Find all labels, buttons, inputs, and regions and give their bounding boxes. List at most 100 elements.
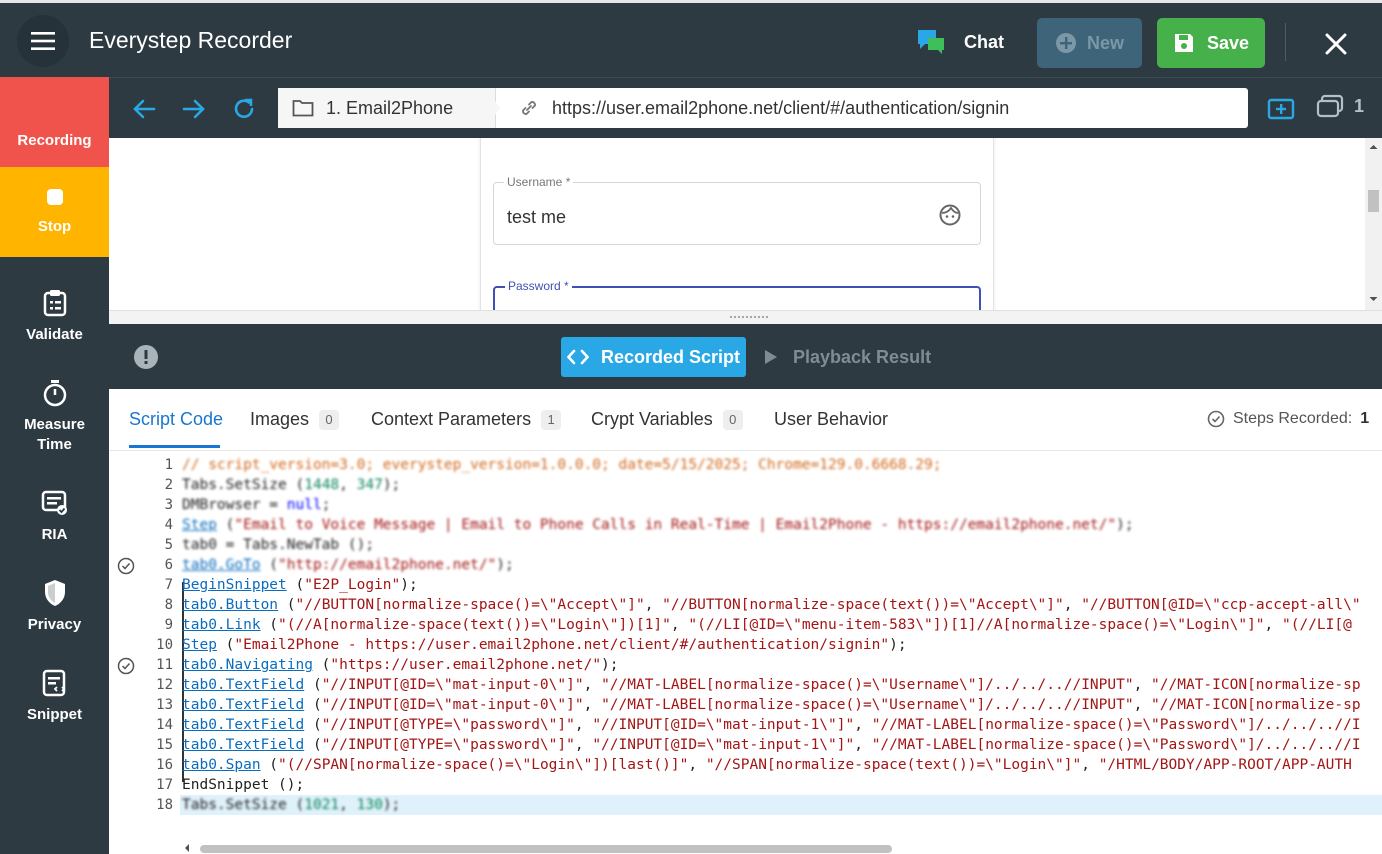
chat-icon (918, 30, 944, 54)
line-number: 13 (156, 697, 173, 713)
arrow-left-icon (133, 99, 156, 119)
context-parameters-label: Context Parameters (371, 409, 532, 429)
snippet-button[interactable]: Snippet (0, 669, 109, 725)
code-line[interactable]: tab0.TextField ("//INPUT[@TYPE=\"passwor… (182, 735, 1361, 755)
code-line[interactable]: tab0.TextField ("//INPUT[@ID=\"mat-input… (182, 695, 1361, 715)
code-line[interactable]: tab0 = Tabs.NewTab (); (182, 535, 374, 555)
ria-label: RIA (41, 526, 68, 543)
tab-playback-result[interactable]: Playback Result (763, 337, 931, 377)
code-line[interactable]: tab0.TextField ("//INPUT[@TYPE=\"passwor… (182, 715, 1361, 735)
recording-label: Recording (17, 132, 92, 149)
validate-label: Validate (26, 326, 83, 343)
measure-time-button[interactable]: Measure Time (0, 379, 109, 455)
password-label: Password * (505, 279, 572, 293)
splitter-grip[interactable] (729, 315, 769, 320)
username-field[interactable]: Username * test me (493, 175, 981, 245)
forward-button[interactable] (179, 94, 209, 124)
new-button[interactable]: New (1037, 18, 1142, 68)
tab-images[interactable]: Images 0 (250, 409, 340, 430)
panel-splitter[interactable] (109, 310, 1382, 324)
line-number: 16 (156, 757, 173, 773)
code-line[interactable]: Tabs.SetSize (1448, 347); (182, 475, 400, 495)
tab-name: 1. Email2Phone (326, 97, 454, 118)
line-number: 14 (156, 717, 173, 733)
code-editor[interactable]: 1 // script_version=3.0; everystep_versio… (109, 452, 1382, 854)
login-card: Username * test me Password * (480, 138, 994, 324)
shield-icon (44, 580, 65, 606)
code-line[interactable]: EndSnippet (); (182, 775, 304, 795)
tab-user-behavior[interactable]: User Behavior (774, 409, 888, 430)
steps-recorded: Steps Recorded: 1 (1207, 410, 1369, 428)
tabs-icon (1316, 94, 1344, 118)
header-divider (1285, 23, 1286, 61)
scroll-left-icon (185, 844, 189, 852)
code-line[interactable]: // script_version=3.0; everystep_version… (182, 455, 942, 475)
hamburger-menu-button[interactable] (17, 15, 69, 67)
add-tab-icon (1267, 98, 1295, 120)
url-field[interactable]: https://user.email2phone.net/client/#/au… (518, 88, 1009, 128)
validate-button[interactable]: Validate (0, 289, 109, 345)
new-label: New (1086, 32, 1124, 53)
scroll-thumb[interactable] (1368, 190, 1379, 212)
code-line[interactable]: tab0.Link ("(//A[normalize-space(text())… (182, 615, 1352, 635)
code-line[interactable]: tab0.Button ("//BUTTON[normalize-space()… (182, 595, 1361, 615)
sidebar: Recording Stop Validate Measure Time RIA… (0, 77, 109, 854)
tab-script-code[interactable]: Script Code (129, 409, 223, 430)
chat-button[interactable]: Chat (916, 25, 1004, 59)
code-icon (566, 349, 589, 365)
play-icon (765, 350, 777, 364)
breadcrumb-arrow (486, 88, 500, 128)
navigation-bar: 1. Email2Phone https://user.email2phone.… (109, 77, 1382, 138)
tab-context-parameters[interactable]: Context Parameters 1 (371, 409, 562, 430)
reload-icon (234, 98, 254, 118)
tab-crypt-variables[interactable]: Crypt Variables 0 (591, 409, 743, 430)
close-button[interactable] (1318, 27, 1354, 61)
floppy-disk-icon (1174, 34, 1193, 52)
images-label: Images (250, 409, 310, 429)
ria-button[interactable]: RIA (0, 489, 109, 545)
add-tab-button[interactable] (1266, 94, 1296, 124)
playback-result-label: Playback Result (793, 346, 932, 367)
privacy-button[interactable]: Privacy (0, 579, 109, 635)
alert-icon[interactable] (133, 344, 159, 370)
save-label: Save (1206, 32, 1250, 53)
editor-horizontal-scrollbar[interactable] (180, 842, 1382, 854)
back-button[interactable] (129, 94, 159, 124)
code-line[interactable]: tab0.Span ("(//SPAN[normalize-space()=\"… (182, 755, 1352, 775)
folder-icon (292, 100, 314, 117)
code-line[interactable]: BeginSnippet ("E2P_Login"); (182, 575, 418, 595)
browser-scrollbar[interactable] (1365, 138, 1382, 324)
face-icon (939, 204, 961, 226)
top-header: Everystep Recorder Chat New Save (0, 0, 1382, 77)
line-number: 9 (164, 617, 173, 633)
code-line[interactable]: tab0.Navigating ("https://user.email2pho… (182, 655, 619, 675)
privacy-label: Privacy (27, 616, 82, 633)
plus-circle-icon (1055, 33, 1076, 53)
code-line[interactable]: DMBrowser = null; (182, 495, 330, 515)
line-number: 10 (156, 637, 173, 653)
code-line[interactable]: tab0.GoTo ("http://email2phone.net/"); (182, 555, 514, 575)
tab-count[interactable]: 1 (1316, 94, 1364, 118)
code-line[interactable]: Step ("Email2Phone - https://user.email2… (182, 635, 907, 655)
username-label: Username * (504, 175, 574, 189)
line-number: 15 (156, 737, 173, 753)
address-bar[interactable]: 1. Email2Phone https://user.email2phone.… (278, 88, 1248, 128)
user-behavior-label: User Behavior (774, 409, 889, 429)
reload-button[interactable] (229, 94, 259, 124)
tab-count-value: 1 (1354, 95, 1365, 116)
save-button[interactable]: Save (1157, 18, 1265, 68)
tab-recorded-script[interactable]: Recorded Script (561, 337, 746, 377)
browser-viewport: Username * test me Password * (109, 138, 1382, 324)
code-line[interactable]: tab0.TextField ("//INPUT[@ID=\"mat-input… (182, 675, 1361, 695)
code-line[interactable]: Step ("Email to Voice Message | Email to… (182, 515, 1134, 535)
stop-button[interactable]: Stop (0, 167, 109, 257)
chat-label: Chat (964, 31, 1004, 52)
images-count-badge: 0 (319, 409, 340, 430)
editor-scroll-thumb[interactable] (200, 845, 892, 853)
tab-breadcrumb[interactable]: 1. Email2Phone (278, 88, 496, 128)
code-line[interactable]: Tabs.SetSize (1021, 130); (182, 795, 400, 815)
step-check-icon (117, 657, 135, 675)
line-number: 17 (156, 777, 173, 793)
scroll-up-icon (1369, 145, 1378, 149)
line-number: 6 (164, 557, 173, 573)
